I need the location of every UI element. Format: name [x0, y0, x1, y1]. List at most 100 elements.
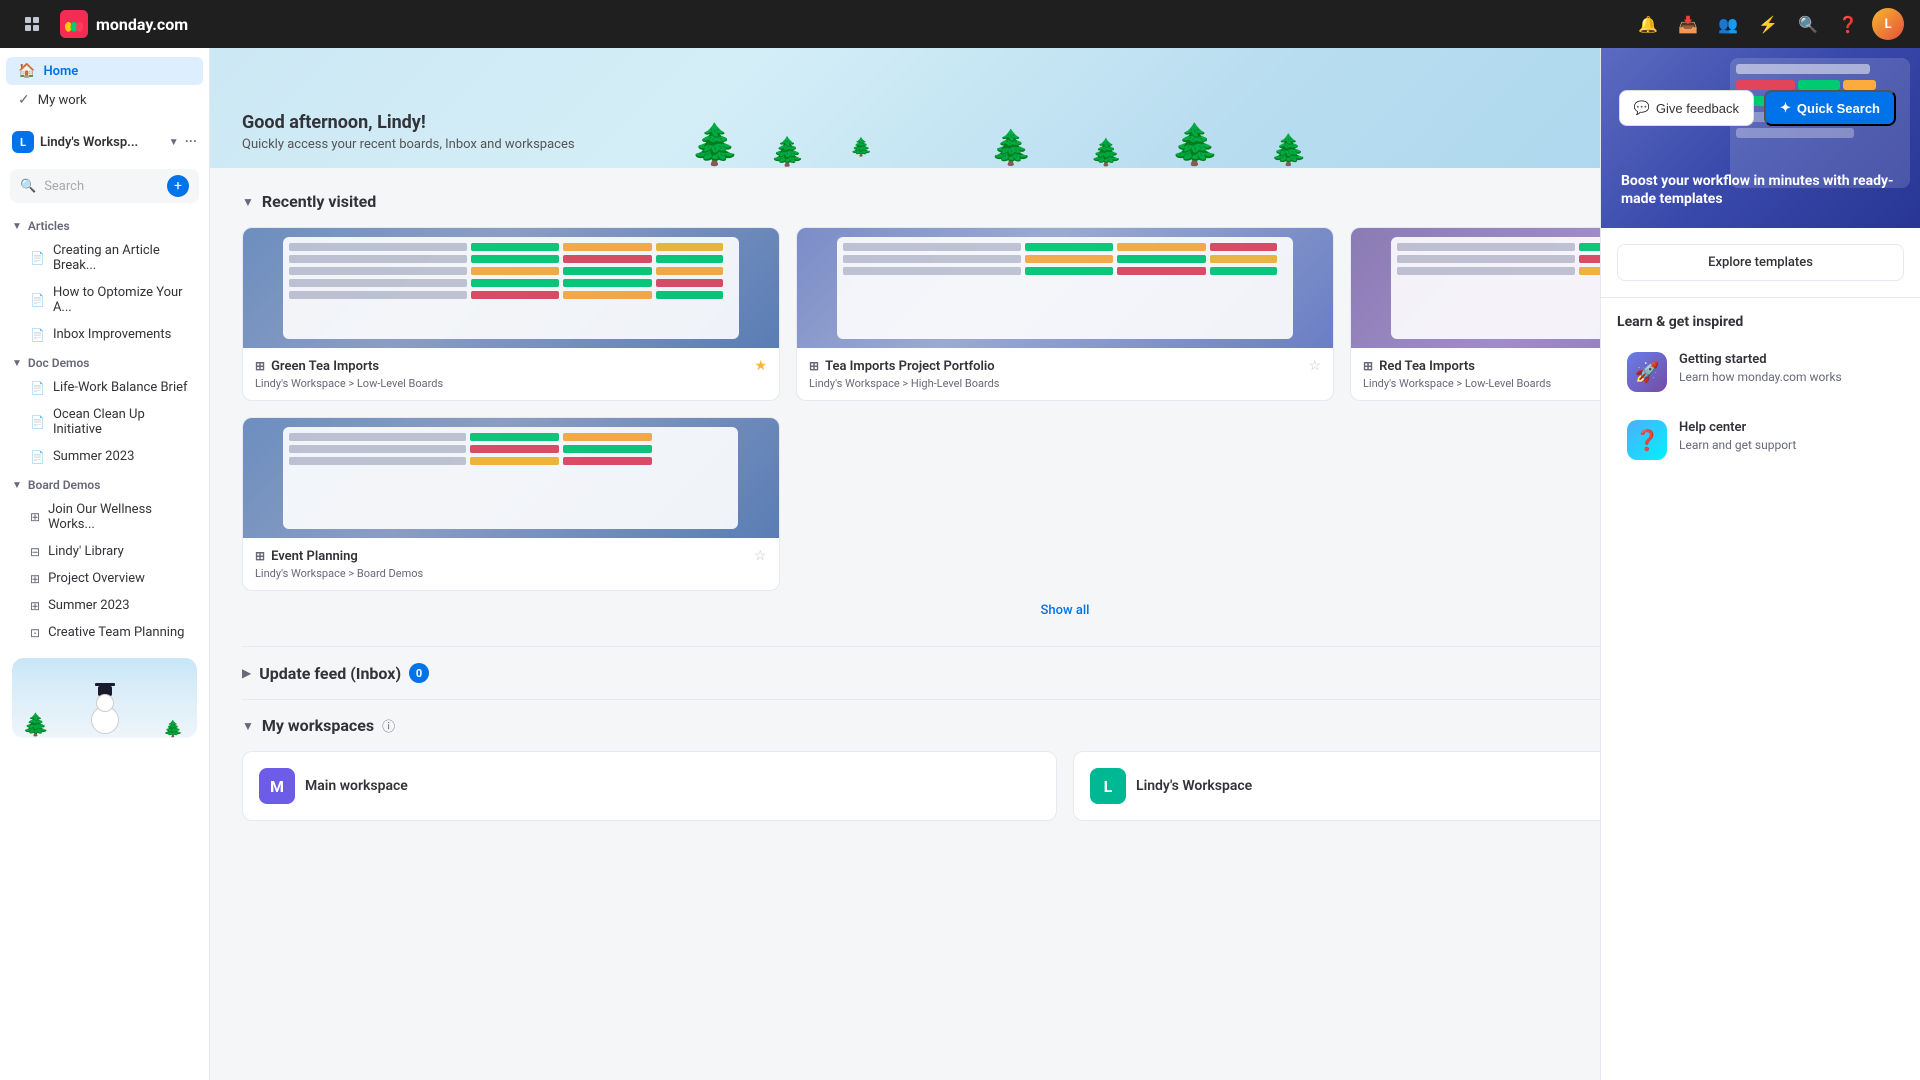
- rp-getting-started-text: Getting started Learn how monday.com wor…: [1679, 352, 1842, 386]
- snowman-canvas: 🌲 🌲: [12, 658, 197, 738]
- banner-greeting: Good afternoon, Lindy!: [242, 112, 575, 133]
- apps-grid-icon[interactable]: [16, 8, 48, 40]
- sidebar-subitem-doc-1[interactable]: 📄 Life-Work Balance Brief: [6, 375, 203, 400]
- sidebar-subitem-article-3[interactable]: 📄 Inbox Improvements: [6, 322, 203, 347]
- rp-cell-red: [1736, 80, 1795, 90]
- card-board-icon-1: ⊞: [255, 359, 265, 373]
- card-star-1[interactable]: ★: [754, 358, 767, 374]
- card-board-icon-4: ⊞: [255, 549, 265, 563]
- sidebar-subitem-board-2[interactable]: ⊟ Lindy' Library: [6, 539, 203, 564]
- explore-templates-button[interactable]: Explore templates: [1617, 244, 1904, 281]
- doc-icon-3: 📄: [30, 328, 45, 342]
- board-demos-label: Board Demos: [28, 478, 100, 492]
- mini-row: [843, 243, 1287, 251]
- banner-subtitle: Quickly access your recent boards, Inbox…: [242, 137, 575, 152]
- sidebar-subitem-article-2[interactable]: 📄 How to Optomize Your A...: [6, 280, 203, 320]
- rp-row-3: [1736, 128, 1854, 138]
- doc-1-label: Life-Work Balance Brief: [53, 380, 188, 395]
- article-3-label: Inbox Improvements: [53, 327, 171, 342]
- sidebar-subitem-board-4[interactable]: ⊞ Summer 2023: [6, 593, 203, 618]
- search-bar[interactable]: 🔍 Search +: [10, 169, 199, 203]
- card-title-3: ⊞ Red Tea Imports: [1363, 359, 1475, 374]
- card-title-4: ⊞ Event Planning: [255, 549, 358, 564]
- card-tea-portfolio[interactable]: ⊞ Tea Imports Project Portfolio ☆ Lindy'…: [796, 227, 1334, 401]
- integrations-icon[interactable]: ⚡: [1752, 8, 1784, 40]
- sidebar-subitem-board-3[interactable]: ⊞ Project Overview: [6, 566, 203, 591]
- sidebar-subitem-article-1[interactable]: 📄 Creating an Article Break...: [6, 238, 203, 278]
- workspaces-info-icon[interactable]: ⓘ: [382, 716, 395, 735]
- sidebar-my-work-label: My work: [38, 93, 87, 108]
- help-center-sub: Learn and get support: [1679, 437, 1796, 454]
- sidebar-group-articles[interactable]: ▼ Articles: [0, 215, 209, 237]
- sidebar-subitem-doc-3[interactable]: 📄 Summer 2023: [6, 444, 203, 469]
- rp-help-center-item[interactable]: ❓ Help center Learn and get support: [1617, 410, 1904, 470]
- workspace-card-main[interactable]: M Main workspace: [242, 751, 1057, 821]
- card-star-2[interactable]: ☆: [1308, 358, 1321, 374]
- user-avatar[interactable]: L: [1872, 8, 1904, 40]
- topbar-left: monday.com: [16, 8, 188, 40]
- workspaces-chevron: ▼: [242, 719, 254, 733]
- board-icon-3: ⊞: [30, 572, 40, 586]
- tree-right: 🌲: [163, 719, 183, 738]
- doc-demos-label: Doc Demos: [28, 356, 90, 370]
- feedback-label: Give feedback: [1656, 101, 1739, 116]
- card-star-4[interactable]: ☆: [754, 548, 767, 564]
- mini-row: [289, 255, 733, 263]
- sidebar-subitem-board-5[interactable]: ⊡ Creative Team Planning: [6, 620, 203, 645]
- monday-logo: monday.com: [60, 10, 188, 38]
- sidebar-subitem-board-1[interactable]: ⊞ Join Our Wellness Works...: [6, 497, 203, 537]
- banner-tree-1: 🌲: [690, 121, 740, 168]
- rp-template-text: Boost your workflow in minutes with read…: [1621, 172, 1900, 208]
- banner-tree-4: 🌲: [990, 128, 1032, 168]
- banner-tree-3: 🌲: [850, 137, 872, 158]
- quick-search-icon: ✦: [1780, 100, 1791, 116]
- workspace-badge-main: M: [259, 768, 295, 804]
- board-2-label: Lindy' Library: [48, 544, 124, 559]
- banner-tree-7: 🌲: [1270, 133, 1307, 168]
- workspace-name: Lindy's Worksp...: [40, 135, 163, 150]
- mini-row: [289, 291, 733, 299]
- workspace-name-main: Main workspace: [305, 778, 408, 794]
- mini-row: [289, 433, 732, 441]
- sidebar-subitem-doc-2[interactable]: 📄 Ocean Clean Up Initiative: [6, 402, 203, 442]
- feedback-button[interactable]: 💬 Give feedback: [1619, 90, 1754, 126]
- inbox-icon[interactable]: 📥: [1672, 8, 1704, 40]
- mini-row: [289, 279, 733, 287]
- help-center-title: Help center: [1679, 420, 1796, 435]
- invite-icon[interactable]: 👥: [1712, 8, 1744, 40]
- sidebar-group-board-demos[interactable]: ▼ Board Demos: [0, 474, 209, 496]
- sidebar-item-my-work[interactable]: ✓ My work: [6, 86, 203, 114]
- sidebar-workspace[interactable]: L Lindy's Worksp... ▼ ···: [0, 123, 209, 161]
- card-footer-2: ⊞ Tea Imports Project Portfolio ☆ Lindy'…: [797, 348, 1333, 400]
- sidebar-item-home[interactable]: 🏠 Home: [6, 57, 203, 85]
- help-icon[interactable]: ❓: [1832, 8, 1864, 40]
- rp-getting-started-item[interactable]: 🚀 Getting started Learn how monday.com w…: [1617, 342, 1904, 402]
- home-icon: 🏠: [18, 63, 35, 79]
- topbar: monday.com 🔔 📥 👥 ⚡ 🔍 ❓ L: [0, 0, 1920, 48]
- sidebar-group-doc-demos[interactable]: ▼ Doc Demos: [0, 352, 209, 374]
- board-4-label: Summer 2023: [48, 598, 129, 613]
- card-name-1: Green Tea Imports: [271, 359, 379, 374]
- card-event-planning[interactable]: ⊞ Event Planning ☆ Lindy's Workspace > B…: [242, 417, 780, 591]
- add-item-button[interactable]: +: [167, 175, 189, 197]
- rocket-icon: 🚀: [1627, 352, 1667, 392]
- board-icon-5: ⊡: [30, 626, 40, 640]
- notifications-icon[interactable]: 🔔: [1632, 8, 1664, 40]
- search-icon[interactable]: 🔍: [1792, 8, 1824, 40]
- card-name-2: Tea Imports Project Portfolio: [825, 359, 995, 374]
- workspace-name-lindy: Lindy's Workspace: [1136, 778, 1252, 794]
- workspace-more-icon[interactable]: ···: [185, 134, 197, 150]
- quick-search-button[interactable]: ✦ Quick Search: [1764, 90, 1896, 126]
- doc-icon-4: 📄: [30, 381, 45, 395]
- articles-label: Articles: [28, 219, 70, 233]
- update-feed-chevron: ▶: [242, 666, 251, 680]
- mini-row: [289, 267, 733, 275]
- board-icon-1: ⊞: [30, 510, 40, 524]
- rp-cell-green: [1798, 80, 1840, 90]
- logo-text: monday.com: [96, 15, 188, 34]
- workspace-chevron-icon: ▼: [169, 137, 179, 148]
- rp-learn-title: Learn & get inspired: [1617, 314, 1904, 330]
- card-title-row-1: ⊞ Green Tea Imports ★: [255, 358, 767, 374]
- card-green-tea[interactable]: ⊞ Green Tea Imports ★ Lindy's Workspace …: [242, 227, 780, 401]
- recently-visited-title: Recently visited: [262, 192, 376, 211]
